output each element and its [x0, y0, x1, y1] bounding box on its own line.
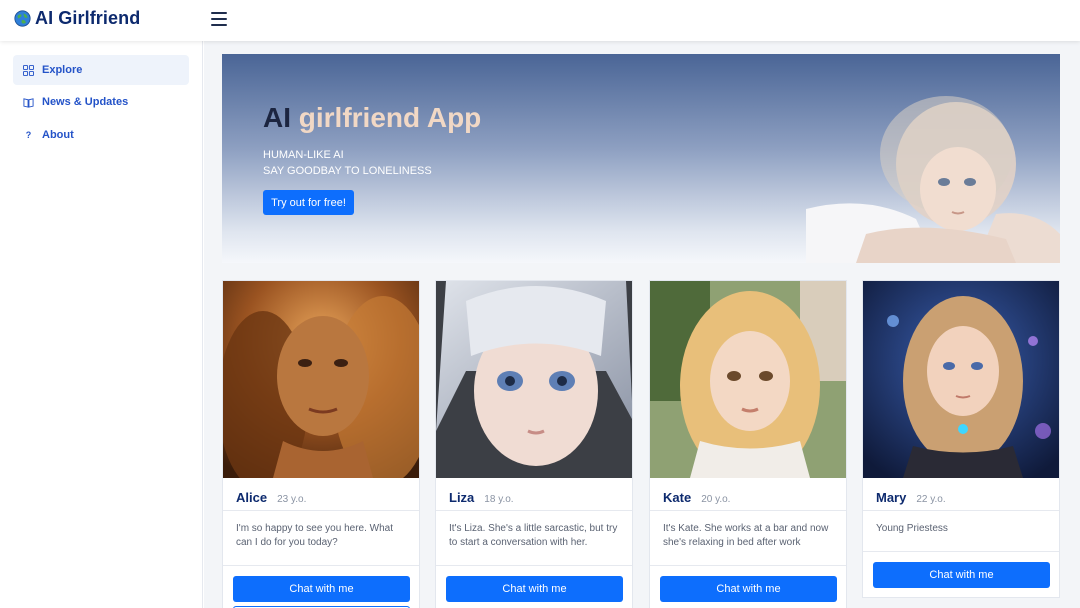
card-age: 18 y.o.: [484, 494, 514, 505]
card-description: I'm so happy to see you here. What can I…: [236, 523, 393, 548]
card-description: Young Priestess: [876, 523, 948, 534]
divider: [223, 565, 419, 566]
sidebar-item-label: About: [42, 129, 74, 141]
card-name: Mary: [876, 490, 907, 505]
liza-photo: [436, 281, 632, 478]
divider: [223, 510, 419, 511]
hero-title-dark: AI: [263, 102, 291, 133]
grid-icon: [23, 64, 34, 76]
card-name: Alice: [236, 490, 268, 505]
sidebar: Explore News & Updates ? About: [0, 41, 203, 608]
question-icon: ?: [25, 130, 32, 140]
sidebar-item-about[interactable]: ? About: [13, 120, 189, 150]
divider: [863, 510, 1059, 511]
card-age: 23 y.o.: [277, 494, 307, 505]
book-icon: [23, 97, 34, 108]
hero-subtitle-line: SAY GOODBAY TO LONELINESS: [263, 165, 432, 177]
chat-with-me-button[interactable]: Chat with me: [660, 576, 837, 602]
sidebar-item-label: News & Updates: [42, 96, 129, 108]
card-header: Mary 22 y.o.: [876, 490, 946, 505]
divider: [436, 565, 632, 566]
hero-subtitle: HUMAN-LIKE AI SAY GOODBAY TO LONELINESS: [263, 147, 432, 179]
card-name: Liza: [449, 490, 475, 505]
kate-photo: [650, 281, 846, 478]
chat-with-me-button[interactable]: Chat with me: [446, 576, 623, 602]
character-card-liza: Liza 18 y.o. It's Liza. She's a little s…: [435, 280, 633, 608]
divider: [650, 510, 846, 511]
divider: [863, 551, 1059, 552]
card-header: Liza 18 y.o.: [449, 490, 514, 505]
sidebar-item-news[interactable]: News & Updates: [13, 87, 189, 117]
hero-title-light: girlfriend App: [298, 102, 482, 133]
alice-photo: [223, 281, 419, 478]
globe-icon: [14, 10, 31, 27]
card-header: Kate 20 y.o.: [663, 490, 730, 505]
divider: [436, 510, 632, 511]
card-age: 20 y.o.: [701, 494, 731, 505]
hero-subtitle-line: HUMAN-LIKE AI: [263, 149, 344, 161]
card-age: 22 y.o.: [916, 494, 946, 505]
main-content: AI girlfriend App HUMAN-LIKE AI SAY GOOD…: [204, 41, 1080, 608]
hero-girl-image: [806, 96, 1060, 263]
mary-photo: [863, 281, 1059, 478]
character-card-mary: Mary 22 y.o. Young Priestess Chat with m…: [862, 280, 1060, 598]
top-navbar: AI Girlfriend: [0, 0, 1080, 41]
chat-with-me-button[interactable]: Chat with me: [233, 576, 410, 602]
hero-banner: AI girlfriend App HUMAN-LIKE AI SAY GOOD…: [222, 54, 1060, 263]
brand-name: AI Girlfriend: [35, 8, 141, 28]
card-description: It's Liza. She's a little sarcastic, but…: [449, 523, 618, 548]
card-name: Kate: [663, 490, 692, 505]
try-free-button[interactable]: Try out for free!: [263, 190, 354, 215]
divider: [650, 565, 846, 566]
chat-with-me-button[interactable]: Chat with me: [873, 562, 1050, 588]
card-header: Alice 23 y.o.: [236, 490, 306, 505]
character-card-kate: Kate 20 y.o. It's Kate. She works at a b…: [649, 280, 847, 608]
character-card-alice: Alice 23 y.o. I'm so happy to see you he…: [222, 280, 420, 608]
hamburger-menu-icon[interactable]: [211, 12, 227, 26]
sidebar-item-explore[interactable]: Explore: [13, 55, 189, 85]
brand-logo[interactable]: AI Girlfriend: [14, 8, 140, 29]
card-description: It's Kate. She works at a bar and now sh…: [663, 523, 829, 548]
sidebar-item-label: Explore: [42, 64, 83, 76]
hero-title: AI girlfriend App: [263, 102, 481, 134]
